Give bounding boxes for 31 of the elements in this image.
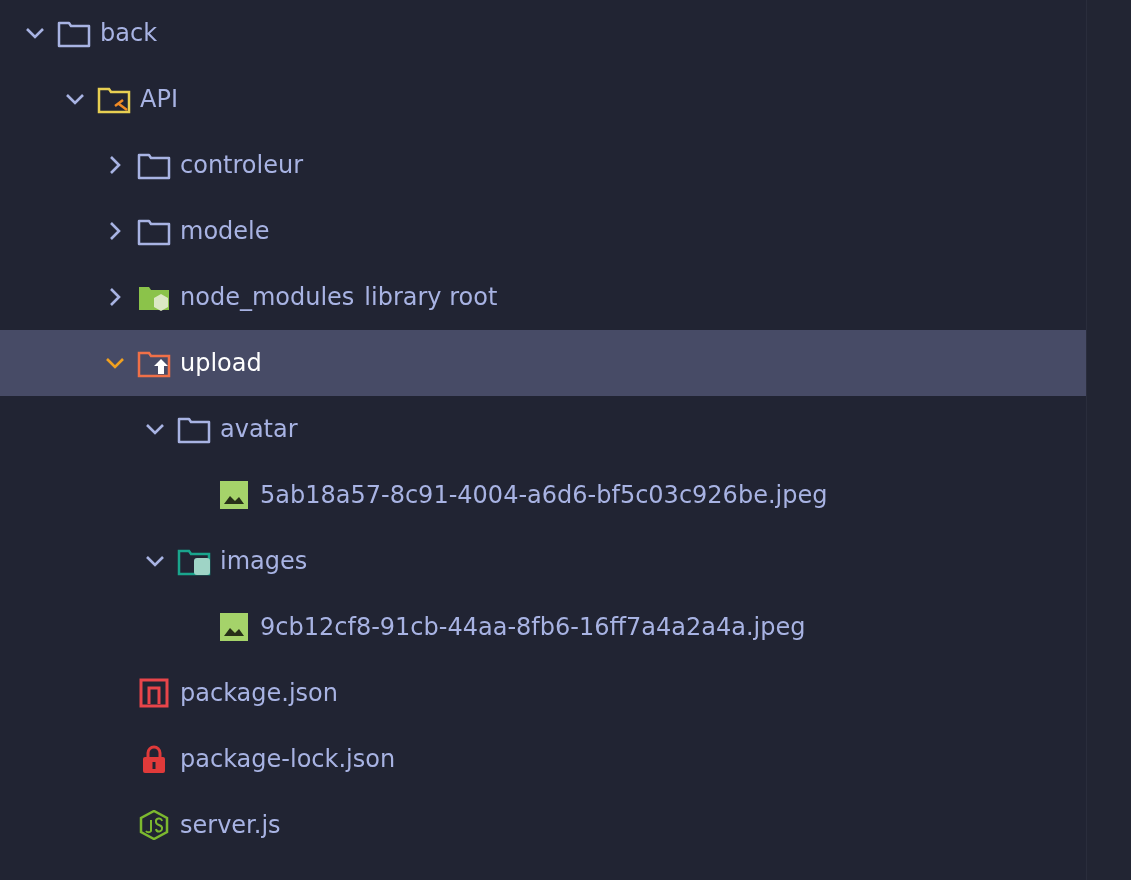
tree-row[interactable]: controleur xyxy=(0,132,1086,198)
file-name: avatar xyxy=(220,415,298,443)
tree-row[interactable]: package.json xyxy=(0,660,1086,726)
tree-row[interactable]: API xyxy=(0,66,1086,132)
file-name: controleur xyxy=(180,151,304,179)
library-root-label: library root xyxy=(364,283,498,311)
file-name: 5ab18a57-8c91-4004-a6d6-bf5c03c926be.jpeg xyxy=(260,481,828,509)
tree-row[interactable]: server.js xyxy=(0,792,1086,858)
tree-row[interactable]: 9cb12cf8-91cb-44aa-8fb6-16ff7a4a2a4a.jpeg xyxy=(0,594,1086,660)
file-name: node_modules xyxy=(180,283,355,311)
file-name: upload xyxy=(180,349,262,377)
nodejs-icon xyxy=(137,810,171,840)
file-name: API xyxy=(140,85,178,113)
file-name: modele xyxy=(180,217,270,245)
tree-row[interactable]: package-lock.json xyxy=(0,726,1086,792)
tree-row[interactable]: modele xyxy=(0,198,1086,264)
selected-tree-row[interactable]: upload xyxy=(0,330,1086,396)
image-icon xyxy=(217,612,251,642)
image-icon xyxy=(217,480,251,510)
file-name: package-lock.json xyxy=(180,745,396,773)
file-name: back xyxy=(100,19,158,47)
tree-row[interactable]: node_modules library root xyxy=(0,264,1086,330)
tree-row[interactable]: images xyxy=(0,528,1086,594)
file-name: 9cb12cf8-91cb-44aa-8fb6-16ff7a4a2a4a.jpeg xyxy=(260,613,806,641)
npm-icon xyxy=(137,678,171,708)
tree-row[interactable]: 5ab18a57-8c91-4004-a6d6-bf5c03c926be.jpeg xyxy=(0,462,1086,528)
file-name: server.js xyxy=(180,811,281,839)
file-name: package.json xyxy=(180,679,338,707)
file-name: images xyxy=(220,547,308,575)
tree-row[interactable]: back xyxy=(0,0,1086,66)
tree-row[interactable]: avatar xyxy=(0,396,1086,462)
